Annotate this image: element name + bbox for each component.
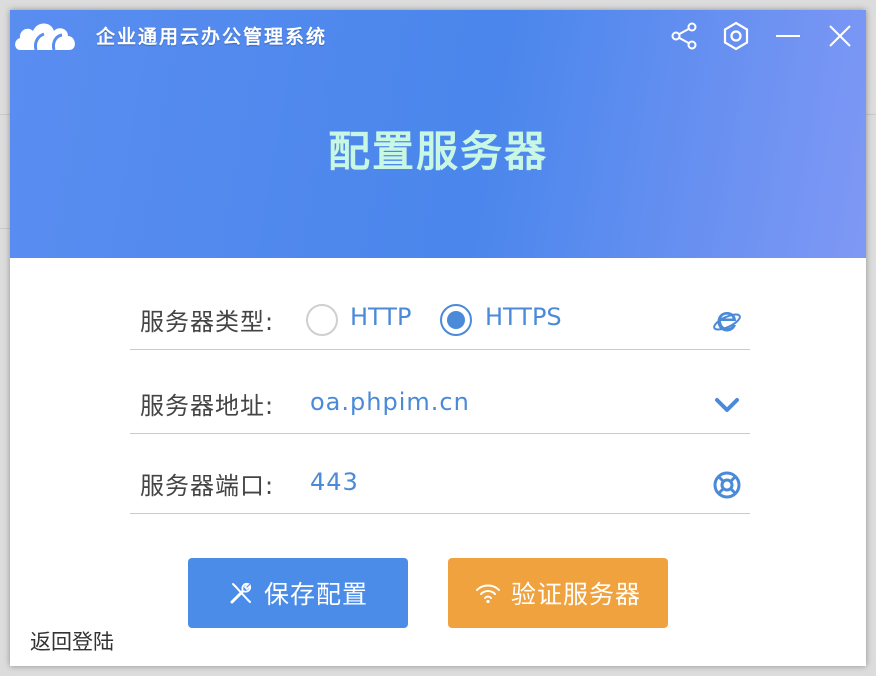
app-title: 企业通用云办公管理系统	[96, 26, 328, 48]
server-type-row: 服务器类型: HTTP HTTPS	[130, 290, 750, 350]
settings-button[interactable]	[716, 16, 756, 56]
background-line	[0, 114, 10, 115]
verify-server-button[interactable]: 验证服务器	[448, 558, 668, 628]
server-config-window: 企业通用云办公管理系统 配置服务器 服务器类型: HTTP HTTPS 服务器地…	[10, 10, 866, 666]
share-button[interactable]	[664, 16, 704, 56]
radio-https-label[interactable]: HTTPS	[485, 303, 562, 331]
window-header[interactable]: 企业通用云办公管理系统 配置服务器	[10, 10, 866, 258]
lifebuoy-icon	[712, 470, 742, 500]
minimize-icon	[776, 35, 800, 37]
server-type-label: 服务器类型:	[140, 308, 275, 336]
radio-http[interactable]	[306, 304, 338, 336]
verify-server-label: 验证服务器	[510, 580, 641, 609]
server-port-label: 服务器端口:	[140, 472, 275, 500]
server-address-input[interactable]: oa.phpim.cn	[310, 388, 470, 416]
settings-icon	[723, 21, 749, 51]
server-port-input[interactable]: 443	[310, 468, 359, 496]
server-address-label: 服务器地址:	[140, 392, 275, 420]
back-to-login-link[interactable]: 返回登陆	[30, 626, 114, 656]
save-config-button[interactable]: 保存配置	[188, 558, 408, 628]
minimize-button[interactable]	[768, 16, 808, 56]
tools-icon	[230, 582, 252, 604]
ie-icon[interactable]	[712, 306, 742, 336]
server-address-row: 服务器地址: oa.phpim.cn	[130, 374, 750, 434]
radio-http-label[interactable]: HTTP	[350, 303, 411, 331]
close-button[interactable]	[820, 16, 860, 56]
save-config-label: 保存配置	[263, 580, 368, 609]
server-port-row: 服务器端口: 443	[130, 454, 750, 514]
close-icon	[829, 25, 851, 47]
share-icon	[671, 22, 697, 50]
chevron-down-icon[interactable]	[712, 390, 742, 420]
radio-https[interactable]	[440, 304, 472, 336]
wifi-icon	[475, 584, 500, 604]
page-title: 配置服务器	[327, 127, 548, 176]
cloud-logo-icon	[14, 16, 84, 56]
background-line	[0, 228, 10, 229]
